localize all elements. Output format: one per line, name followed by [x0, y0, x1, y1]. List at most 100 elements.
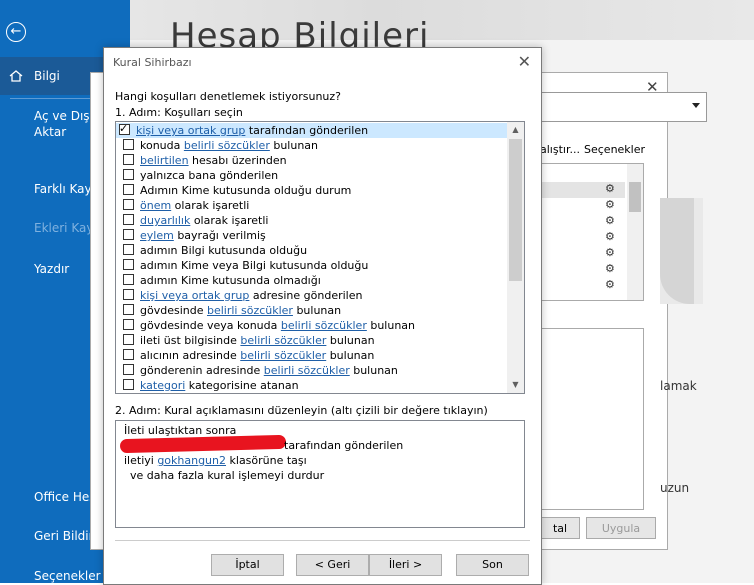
apply-button: Uygula — [586, 517, 656, 539]
condition-row[interactable]: kategori kategorisine atanan — [120, 378, 506, 393]
condition-link[interactable]: belirli sözcükler — [207, 304, 293, 317]
nav-item-open-export-line2[interactable]: Aktar — [34, 125, 66, 139]
condition-checkbox[interactable] — [123, 334, 134, 345]
condition-row[interactable]: yalnızca bana gönderilen — [120, 168, 506, 183]
nav-item-info[interactable]: Bilgi — [34, 69, 60, 83]
condition-link[interactable]: kişi veya ortak grup — [136, 124, 245, 137]
dialog-title: Kural Sihirbazı — [113, 56, 192, 69]
conditions-scrollbar[interactable]: ▲ ▼ — [507, 122, 524, 393]
conditions-list[interactable]: kişi veya ortak grup tarafından gönderil… — [115, 121, 525, 394]
condition-checkbox[interactable] — [123, 229, 134, 240]
condition-text: adımın Kime veya Bilgi kutusunda olduğu — [140, 259, 369, 272]
condition-row[interactable]: gövdesinde veya konuda belirli sözcükler… — [120, 318, 506, 333]
condition-text: adımın Kime kutusunda olmadığı — [140, 274, 321, 287]
close-icon[interactable]: ✕ — [518, 52, 531, 71]
condition-text: tarafından gönderilen — [245, 124, 369, 137]
condition-row[interactable]: önem olarak işaretli — [120, 198, 506, 213]
ok-button[interactable]: tal — [540, 517, 580, 539]
back-button[interactable]: < Geri — [296, 554, 369, 576]
condition-row[interactable]: alıcının adresinde belirli sözcükler bul… — [120, 348, 506, 363]
scrollbar-thumb[interactable] — [629, 182, 641, 212]
condition-text: bulunan — [366, 319, 416, 332]
rules-list-scrollbar[interactable] — [627, 164, 643, 300]
rule-options-icon[interactable]: ⚙ — [605, 262, 615, 275]
rule-options-icon[interactable]: ⚙ — [605, 246, 615, 259]
condition-row[interactable]: kişi veya ortak grup adresine gönderilen — [120, 288, 506, 303]
description-line: İleti ulaştıktan sonra — [124, 424, 237, 437]
condition-row[interactable]: eylem bayrağı verilmiş — [120, 228, 506, 243]
rule-description-box[interactable]: İleti ulaştıktan sonra tarafından gönder… — [115, 420, 525, 528]
condition-link[interactable]: duyarlılık — [140, 214, 190, 227]
avatar — [660, 198, 694, 304]
nav-item-print[interactable]: Yazdır — [34, 262, 69, 276]
rule-options-icon[interactable]: ⚙ — [605, 278, 615, 291]
condition-link[interactable]: belirli sözcükler — [281, 319, 367, 332]
run-rules-button[interactable]: alıştır... — [540, 143, 580, 156]
step2-label: 2. Adım: Kural açıklamasını düzenleyin (… — [115, 404, 488, 417]
condition-row[interactable]: adımın Kime kutusunda olmadığı — [120, 273, 506, 288]
condition-link[interactable]: belirli sözcükler — [240, 349, 326, 362]
condition-checkbox[interactable] — [123, 184, 134, 195]
condition-checkbox[interactable] — [123, 274, 134, 285]
scroll-down-icon[interactable]: ▼ — [507, 377, 524, 393]
condition-checkbox[interactable] — [123, 259, 134, 270]
rule-options-icon[interactable]: ⚙ — [605, 198, 615, 211]
condition-row[interactable]: Adımın Kime kutusunda olduğu durum — [120, 183, 506, 198]
condition-text: yalnızca bana gönderilen — [140, 169, 279, 182]
condition-checkbox[interactable] — [123, 319, 134, 330]
condition-row[interactable]: belirtilen hesabı üzerinden — [120, 153, 506, 168]
account-combo[interactable] — [540, 92, 707, 122]
rule-options-icon[interactable]: ⚙ — [605, 214, 615, 227]
condition-link[interactable]: belirtilen — [140, 154, 189, 167]
condition-text: Adımın Kime kutusunda olduğu durum — [140, 184, 352, 197]
condition-link[interactable]: belirli sözcükler — [240, 334, 326, 347]
condition-row[interactable]: konuda belirli sözcükler bulunan — [120, 138, 506, 153]
condition-row[interactable]: adımın Bilgi kutusunda olduğu — [120, 243, 506, 258]
condition-checkbox[interactable] — [123, 199, 134, 210]
condition-link[interactable]: kategori — [140, 379, 185, 392]
condition-checkbox[interactable] — [123, 244, 134, 255]
condition-row[interactable]: gövdesinde belirli sözcükler bulunan — [120, 303, 506, 318]
background-text: lamak — [660, 379, 697, 393]
condition-text: olarak işaretli — [171, 199, 250, 212]
condition-row[interactable]: ileti üst bilgisinde belirli sözcükler b… — [120, 333, 506, 348]
folder-link[interactable]: gokhangun2 — [157, 454, 226, 467]
scroll-up-icon[interactable]: ▲ — [507, 122, 524, 138]
condition-text: adımın Bilgi kutusunda olduğu — [140, 244, 308, 257]
condition-row[interactable]: duyarlılık olarak işaretli — [120, 213, 506, 228]
condition-checkbox[interactable] — [123, 289, 134, 300]
condition-link[interactable]: önem — [140, 199, 171, 212]
divider — [115, 540, 530, 541]
condition-link[interactable]: belirli sözcükler — [184, 139, 270, 152]
condition-row[interactable]: gönderenin adresinde belirli sözcükler b… — [120, 363, 506, 378]
rule-options-icon[interactable]: ⚙ — [605, 182, 615, 195]
cancel-button[interactable]: İptal — [211, 554, 284, 576]
back-arrow-icon[interactable]: ← — [6, 22, 26, 42]
condition-checkbox[interactable] — [119, 122, 130, 136]
options-button[interactable]: Seçenekler — [584, 143, 645, 156]
rule-options-icon[interactable]: ⚙ — [605, 230, 615, 243]
nav-item-office-account[interactable]: Office Hes — [34, 490, 96, 504]
condition-checkbox[interactable] — [123, 154, 134, 165]
scrollbar-thumb[interactable] — [509, 139, 522, 281]
condition-checkbox[interactable] — [123, 379, 134, 390]
condition-checkbox[interactable] — [123, 139, 134, 150]
condition-link[interactable]: belirli sözcükler — [264, 364, 350, 377]
condition-link[interactable]: eylem — [140, 229, 174, 242]
condition-checkbox[interactable] — [123, 349, 134, 360]
condition-link[interactable]: kişi veya ortak grup — [140, 289, 249, 302]
condition-row[interactable]: kişi veya ortak grup tarafından gönderil… — [116, 122, 507, 138]
rule-description-box — [540, 328, 644, 510]
condition-checkbox[interactable] — [123, 169, 134, 180]
rules-list[interactable]: ⚙ ⚙ ⚙ ⚙ ⚙ ⚙ ⚙ — [540, 163, 644, 301]
condition-row[interactable]: adımın Kime veya Bilgi kutusunda olduğu — [120, 258, 506, 273]
finish-button[interactable]: Son — [456, 554, 529, 576]
next-button[interactable]: İleri > — [369, 554, 442, 576]
condition-checkbox[interactable] — [123, 214, 134, 225]
chevron-down-icon — [692, 103, 700, 108]
condition-text: olarak işaretli — [190, 214, 269, 227]
home-icon — [9, 70, 23, 82]
condition-checkbox[interactable] — [123, 364, 134, 375]
nav-item-options[interactable]: Seçenekler — [34, 569, 101, 583]
condition-checkbox[interactable] — [123, 304, 134, 315]
